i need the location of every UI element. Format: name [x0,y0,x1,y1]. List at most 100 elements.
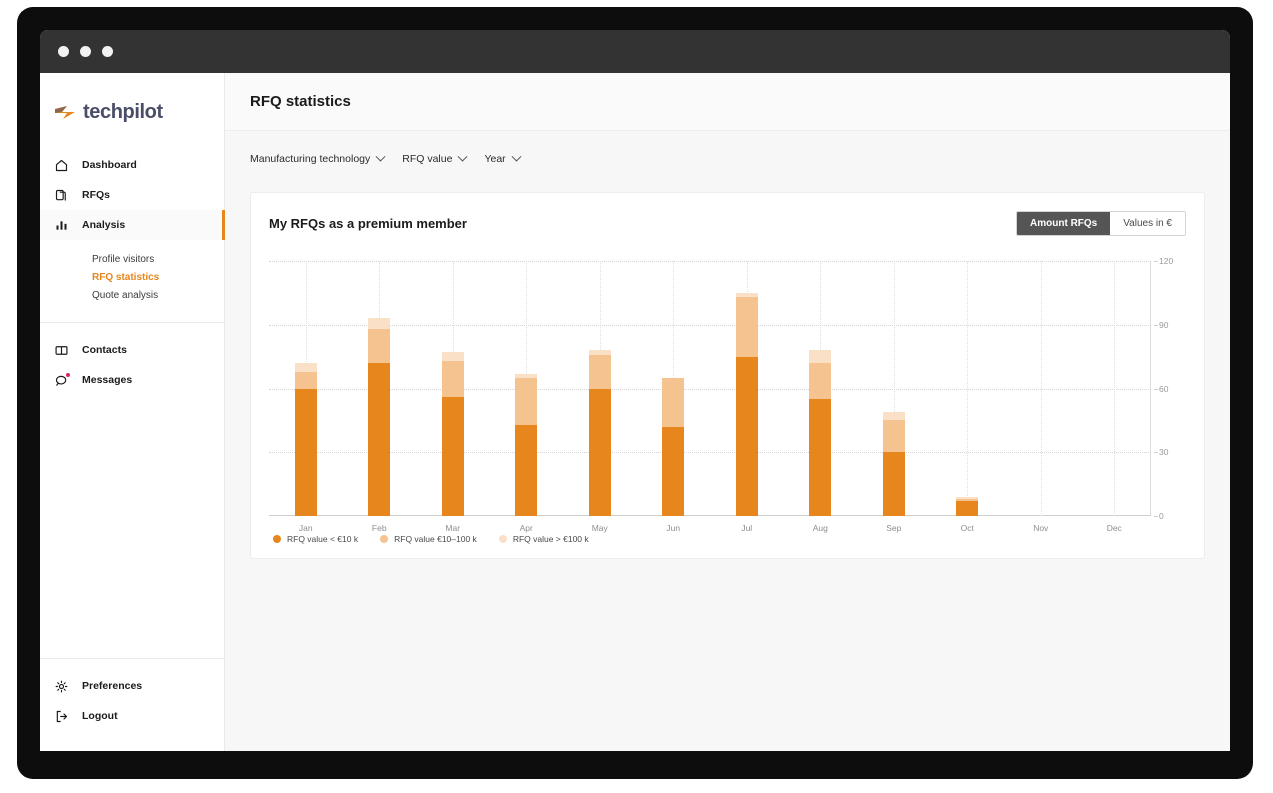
bar-chart-icon [54,218,69,233]
bar-group[interactable] [441,352,464,516]
legend-item[interactable]: RFQ value €10–100 k [380,534,477,544]
app-logo[interactable]: techpilot [40,73,224,150]
legend-label: RFQ value < €10 k [287,534,359,544]
sidebar-divider [40,322,224,323]
filter-label: Manufacturing technology [250,153,371,165]
bar-segment [294,388,317,516]
bar-segment [515,377,538,425]
grid-line [269,388,1151,390]
bar-group[interactable] [735,292,758,516]
grid-line [269,324,1151,326]
legend-label: RFQ value > €100 k [512,534,589,544]
bar-group[interactable] [662,377,685,516]
bar-group[interactable] [956,496,979,516]
subnav-item-quote-analysis[interactable]: Quote analysis [40,286,224,304]
filter-label: Year [484,153,506,165]
subnav-item-rfq-statistics[interactable]: RFQ statistics [40,268,224,286]
sidebar-item-rfqs[interactable]: RFQs [40,180,224,210]
bar-segment [368,363,391,516]
bar-segment [956,501,979,516]
legend-swatch-icon [380,535,389,543]
y-axis-tick-label: 90 [1153,319,1169,330]
subnav-item-profile-visitors[interactable]: Profile visitors [40,250,224,268]
bar-segment [294,371,317,389]
filter-bar: Manufacturing technology RFQ value Year [225,131,1230,187]
x-axis-tick-label: Jan [298,523,313,533]
chart-title: My RFQs as a premium member [269,216,467,231]
bar-segment [515,424,538,516]
screenshot-stage: techpilot Dashboard RFQs Analysis Profil… [0,0,1273,793]
bar-segment [809,350,832,363]
page-title: RFQ statistics [250,93,351,110]
legend-item[interactable]: RFQ value > €100 k [498,534,589,544]
toggle-amount-rfqs[interactable]: Amount RFQs [1017,212,1111,235]
y-axis-tick-label: 60 [1153,383,1169,394]
bar-group[interactable] [588,350,611,516]
app-body: techpilot Dashboard RFQs Analysis Profil… [40,73,1230,751]
sidebar-bottom-divider [40,658,224,659]
legend-item[interactable]: RFQ value < €10 k [273,534,358,544]
chart-plot: 0 30 60 90 120 Jan Feb Mar Apr May Jun Jul Aug Sep Oct… [269,256,1173,533]
window-titlebar [40,30,1230,73]
sidebar-item-logout[interactable]: Logout [40,701,224,731]
chart-mode-toggle: Amount RFQs Values in € [1016,211,1186,236]
main-content: RFQ statistics Manufacturing technology … [225,73,1230,751]
book-icon [54,343,69,358]
sidebar-item-contacts[interactable]: Contacts [40,335,224,365]
bar-group[interactable] [515,373,538,516]
bar-segment [368,318,391,329]
filter-manufacturing-technology[interactable]: Manufacturing technology [250,151,386,165]
bar-segment [588,354,611,389]
filter-rfq-value[interactable]: RFQ value [402,151,468,165]
x-axis-tick-label: Sep [886,523,902,533]
minimize-dot-icon[interactable] [80,46,91,57]
logout-icon [54,709,69,724]
sidebar-item-preferences[interactable]: Preferences [40,671,224,701]
bar-group[interactable] [294,363,317,516]
x-axis-tick-label: Mar [445,523,461,533]
toggle-values-in-eur[interactable]: Values in € [1110,212,1185,235]
bar-segment [588,388,611,516]
bar-segment [809,363,832,400]
bar-group[interactable] [882,411,905,516]
sidebar-item-dashboard[interactable]: Dashboard [40,150,224,180]
grid-line [269,261,1151,262]
bar-segment [662,426,685,516]
filter-year[interactable]: Year [484,151,522,165]
x-axis-tick-label: Jul [741,523,753,533]
x-axis-tick-label: Oct [960,523,974,533]
x-axis-line [269,515,1151,516]
bar-group[interactable] [368,318,391,516]
bar-segment [441,352,464,361]
bar-segment [441,360,464,397]
bar-group[interactable] [809,350,832,516]
sidebar-bottom-nav: Preferences Logout [40,671,224,751]
bar-segment [441,397,464,516]
sidebar-item-label: Contacts [82,344,127,356]
sidebar-item-label: Preferences [82,680,143,692]
bar-segment [882,411,905,421]
chevron-down-icon [457,151,468,162]
bar-segment [294,363,317,372]
maximize-dot-icon[interactable] [102,46,113,57]
x-axis-tick-label: Feb [371,523,387,533]
chart-card-header: My RFQs as a premium member Amount RFQs … [251,193,1204,236]
x-grid-line [1114,261,1116,516]
bar-segment [735,297,758,357]
sidebar-item-messages[interactable]: Messages [40,365,224,395]
page-header: RFQ statistics [225,73,1230,131]
x-grid-line [1040,261,1042,516]
x-axis-tick-label: Apr [519,523,533,533]
close-dot-icon[interactable] [58,46,69,57]
y-axis-tick-label: 30 [1153,447,1169,458]
browser-window: techpilot Dashboard RFQs Analysis Profil… [40,30,1230,751]
x-axis-tick-label: Jun [666,523,681,533]
chart-legend: RFQ value < €10 k RFQ value €10–100 k RFQ … [273,534,589,544]
unread-badge-dot [66,372,70,377]
x-axis-tick-label: May [591,523,608,533]
y-axis-tick-label: 120 [1153,256,1174,266]
sidebar-item-analysis[interactable]: Analysis [40,210,225,240]
bar-segment [735,356,758,516]
analysis-subnav: Profile visitors RFQ statistics Quote an… [40,240,224,314]
